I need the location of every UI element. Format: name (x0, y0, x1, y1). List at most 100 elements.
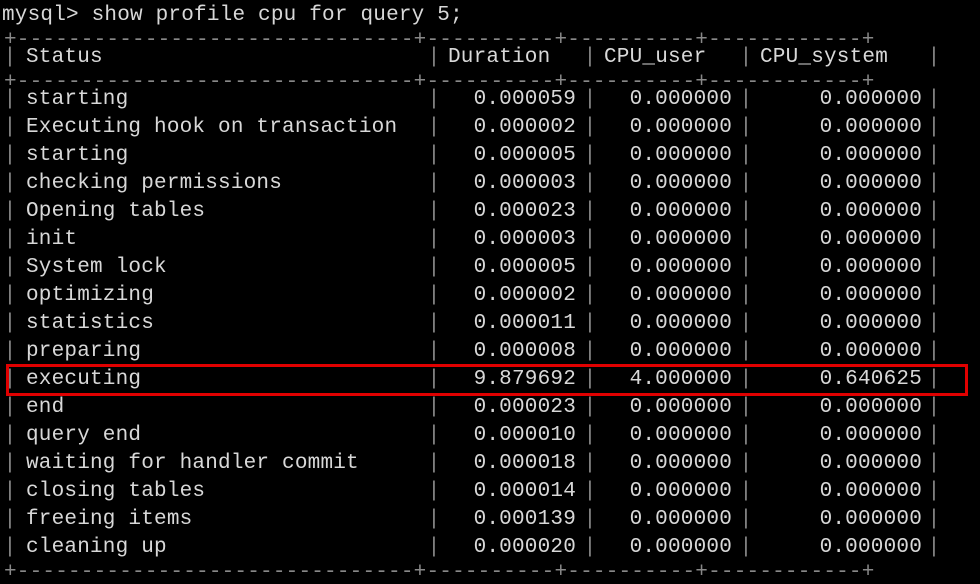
column-separator: | (2, 114, 18, 142)
column-separator: | (426, 114, 442, 142)
column-separator: | (738, 44, 754, 72)
cell-cpu-user: 0.000000 (598, 478, 738, 506)
cell-cpu-user: 4.000000 (598, 366, 738, 394)
column-separator: | (926, 282, 942, 310)
column-separator: | (582, 338, 598, 366)
column-separator: | (582, 254, 598, 282)
cell-cpu-system: 0.000000 (754, 142, 926, 170)
column-separator: | (926, 226, 942, 254)
column-separator: | (426, 226, 442, 254)
cell-cpu-user: 0.000000 (598, 338, 738, 366)
cell-cpu-system: 0.000000 (754, 450, 926, 478)
column-separator: | (2, 478, 18, 506)
cell-status: optimizing (18, 282, 426, 310)
column-separator: | (926, 394, 942, 422)
column-separator: | (926, 506, 942, 534)
cell-cpu-system: 0.000000 (754, 338, 926, 366)
column-separator: | (426, 478, 442, 506)
cell-cpu-system: 0.000000 (754, 534, 926, 562)
cell-cpu-user: 0.000000 (598, 534, 738, 562)
cell-duration: 0.000005 (442, 254, 582, 282)
column-separator: | (2, 450, 18, 478)
column-separator: | (738, 338, 754, 366)
column-separator: | (2, 534, 18, 562)
column-separator: | (582, 86, 598, 114)
cell-status: init (18, 226, 426, 254)
cell-status: cleaning up (18, 534, 426, 562)
cell-cpu-system: 0.000000 (754, 310, 926, 338)
cell-cpu-system: 0.000000 (754, 226, 926, 254)
table-row: |waiting for handler commit|0.000018|0.0… (0, 450, 980, 478)
column-separator: | (738, 114, 754, 142)
table-row: |starting|0.000059|0.000000|0.000000| (0, 86, 980, 114)
column-separator: | (426, 254, 442, 282)
column-separator: | (738, 422, 754, 450)
table-rule: +-------------------------------+-------… (0, 30, 980, 44)
column-separator: | (426, 366, 442, 394)
cell-status: query end (18, 422, 426, 450)
column-separator: | (926, 254, 942, 282)
cell-cpu-user: 0.000000 (598, 422, 738, 450)
cell-cpu-user: 0.000000 (598, 226, 738, 254)
table-row: |checking permissions|0.000003|0.000000|… (0, 170, 980, 198)
table-row: |cleaning up|0.000020|0.000000|0.000000| (0, 534, 980, 562)
cell-cpu-user: 0.000000 (598, 254, 738, 282)
cell-duration: 0.000014 (442, 478, 582, 506)
column-separator: | (426, 198, 442, 226)
column-separator: | (926, 366, 942, 394)
cell-duration: 0.000023 (442, 198, 582, 226)
column-separator: | (582, 478, 598, 506)
column-separator: | (426, 338, 442, 366)
cell-cpu-system: 0.000000 (754, 254, 926, 282)
cell-cpu-system: 0.000000 (754, 86, 926, 114)
column-separator: | (738, 478, 754, 506)
table-row: |preparing|0.000008|0.000000|0.000000| (0, 338, 980, 366)
table-row: |query end|0.000010|0.000000|0.000000| (0, 422, 980, 450)
table-row: |Executing hook on transaction|0.000002|… (0, 114, 980, 142)
cell-status: Opening tables (18, 198, 426, 226)
column-separator: | (582, 450, 598, 478)
cell-status: System lock (18, 254, 426, 282)
column-separator: | (738, 198, 754, 226)
cell-status: checking permissions (18, 170, 426, 198)
table-row: |optimizing|0.000002|0.000000|0.000000| (0, 282, 980, 310)
column-separator: | (2, 394, 18, 422)
column-separator: | (2, 506, 18, 534)
cell-cpu-system: 0.000000 (754, 282, 926, 310)
cell-duration: 0.000002 (442, 114, 582, 142)
table-row: |statistics|0.000011|0.000000|0.000000| (0, 310, 980, 338)
column-separator: | (926, 478, 942, 506)
column-separator: | (426, 450, 442, 478)
column-separator: | (582, 44, 598, 72)
cell-duration: 0.000008 (442, 338, 582, 366)
cell-cpu-user: 0.000000 (598, 450, 738, 478)
prompt-label: mysql> (2, 4, 79, 27)
column-separator: | (2, 198, 18, 226)
column-separator: | (926, 44, 942, 72)
table-row: |starting|0.000005|0.000000|0.000000| (0, 142, 980, 170)
cell-duration: 0.000018 (442, 450, 582, 478)
column-separator: | (926, 86, 942, 114)
column-separator: | (738, 170, 754, 198)
table-rule: +-------------------------------+-------… (0, 72, 980, 86)
column-separator: | (2, 254, 18, 282)
column-separator: | (426, 142, 442, 170)
column-separator: | (738, 450, 754, 478)
table-row: |end|0.000023|0.000000|0.000000| (0, 394, 980, 422)
column-separator: | (926, 142, 942, 170)
column-separator: | (2, 422, 18, 450)
column-separator: | (582, 310, 598, 338)
column-separator: | (926, 310, 942, 338)
cell-cpu-user: 0.000000 (598, 114, 738, 142)
column-separator: | (738, 142, 754, 170)
cell-duration: 0.000023 (442, 394, 582, 422)
cell-duration: 0.000003 (442, 226, 582, 254)
column-separator: | (738, 254, 754, 282)
col-header-cpu-user: CPU_user (598, 44, 738, 72)
cell-status: Executing hook on transaction (18, 114, 426, 142)
cell-duration: 9.879692 (442, 366, 582, 394)
prompt-command[interactable]: show profile cpu for query 5; (92, 4, 463, 27)
column-separator: | (2, 142, 18, 170)
cell-cpu-user: 0.000000 (598, 282, 738, 310)
column-separator: | (582, 506, 598, 534)
